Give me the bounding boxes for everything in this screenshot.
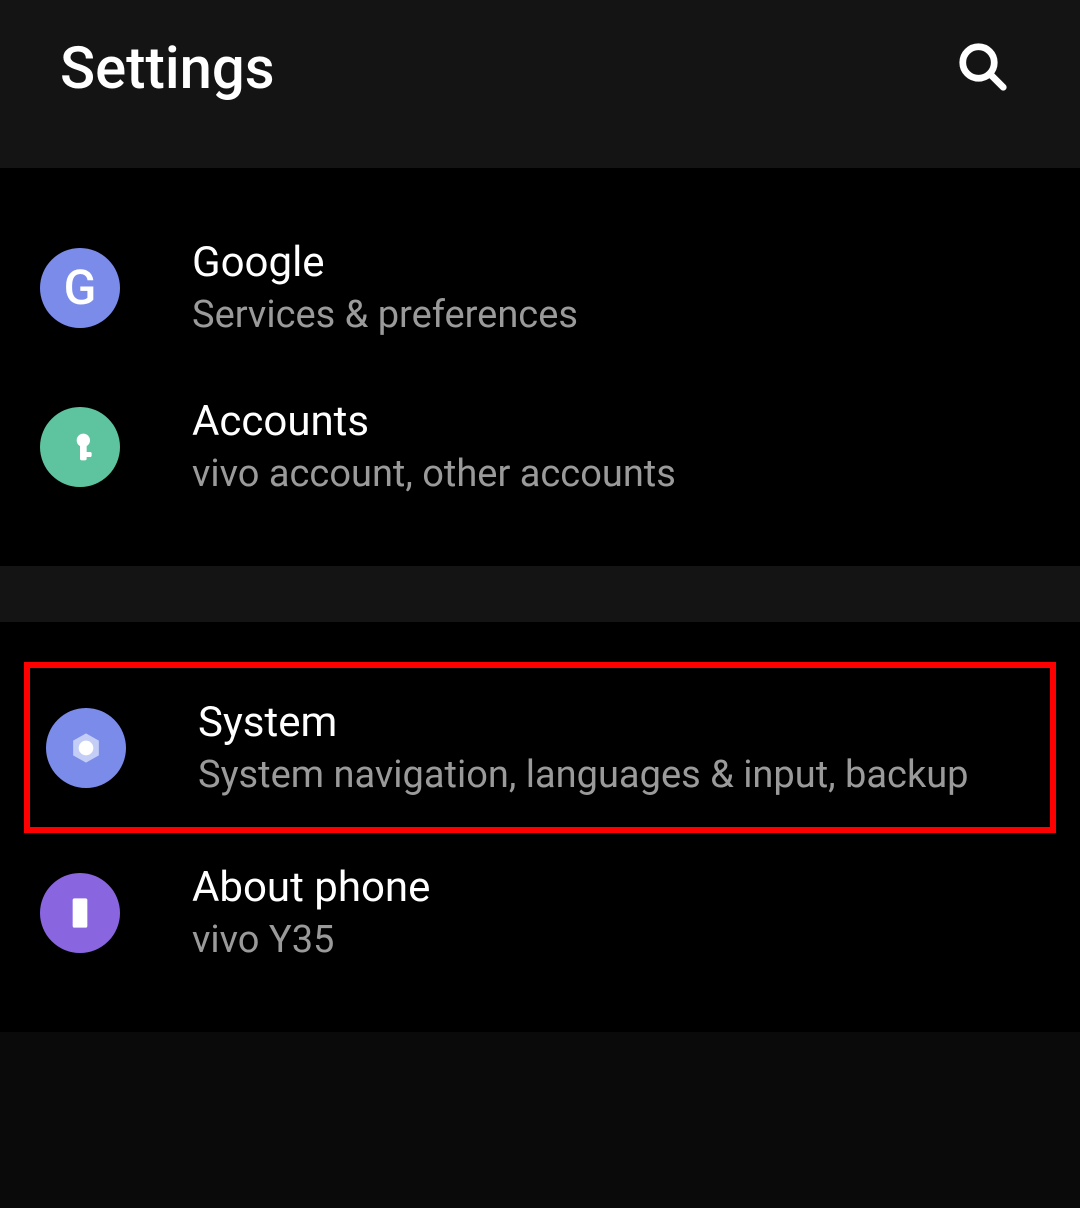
- item-title: Accounts: [192, 397, 1040, 446]
- item-subtitle: System navigation, languages & input, ba…: [198, 753, 1034, 797]
- search-button[interactable]: [946, 30, 1020, 108]
- item-title: Google: [192, 238, 1040, 287]
- item-text: System System navigation, languages & in…: [198, 698, 1034, 797]
- item-title: About phone: [192, 863, 1040, 912]
- item-text: Accounts vivo account, other accounts: [192, 397, 1040, 496]
- item-subtitle: vivo account, other accounts: [192, 452, 1040, 496]
- search-icon: [956, 40, 1010, 94]
- settings-header: Settings: [0, 0, 1080, 168]
- settings-item-accounts[interactable]: Accounts vivo account, other accounts: [0, 367, 1080, 526]
- key-icon: [40, 407, 120, 487]
- item-text: Google Services & preferences: [192, 238, 1040, 337]
- settings-item-google[interactable]: G Google Services & preferences: [0, 208, 1080, 367]
- item-subtitle: Services & preferences: [192, 293, 1040, 337]
- item-title: System: [198, 698, 1034, 747]
- divider: [0, 566, 1080, 622]
- page-title: Settings: [60, 35, 275, 103]
- item-text: About phone vivo Y35: [192, 863, 1040, 962]
- google-icon: G: [40, 248, 120, 328]
- system-icon: [46, 708, 126, 788]
- item-subtitle: vivo Y35: [192, 918, 1040, 962]
- settings-item-about-phone[interactable]: About phone vivo Y35: [0, 833, 1080, 992]
- phone-icon: [40, 873, 120, 953]
- settings-item-system[interactable]: System System navigation, languages & in…: [24, 662, 1056, 833]
- settings-group-1: G Google Services & preferences Accounts…: [0, 168, 1080, 566]
- settings-group-2: System System navigation, languages & in…: [0, 622, 1080, 1032]
